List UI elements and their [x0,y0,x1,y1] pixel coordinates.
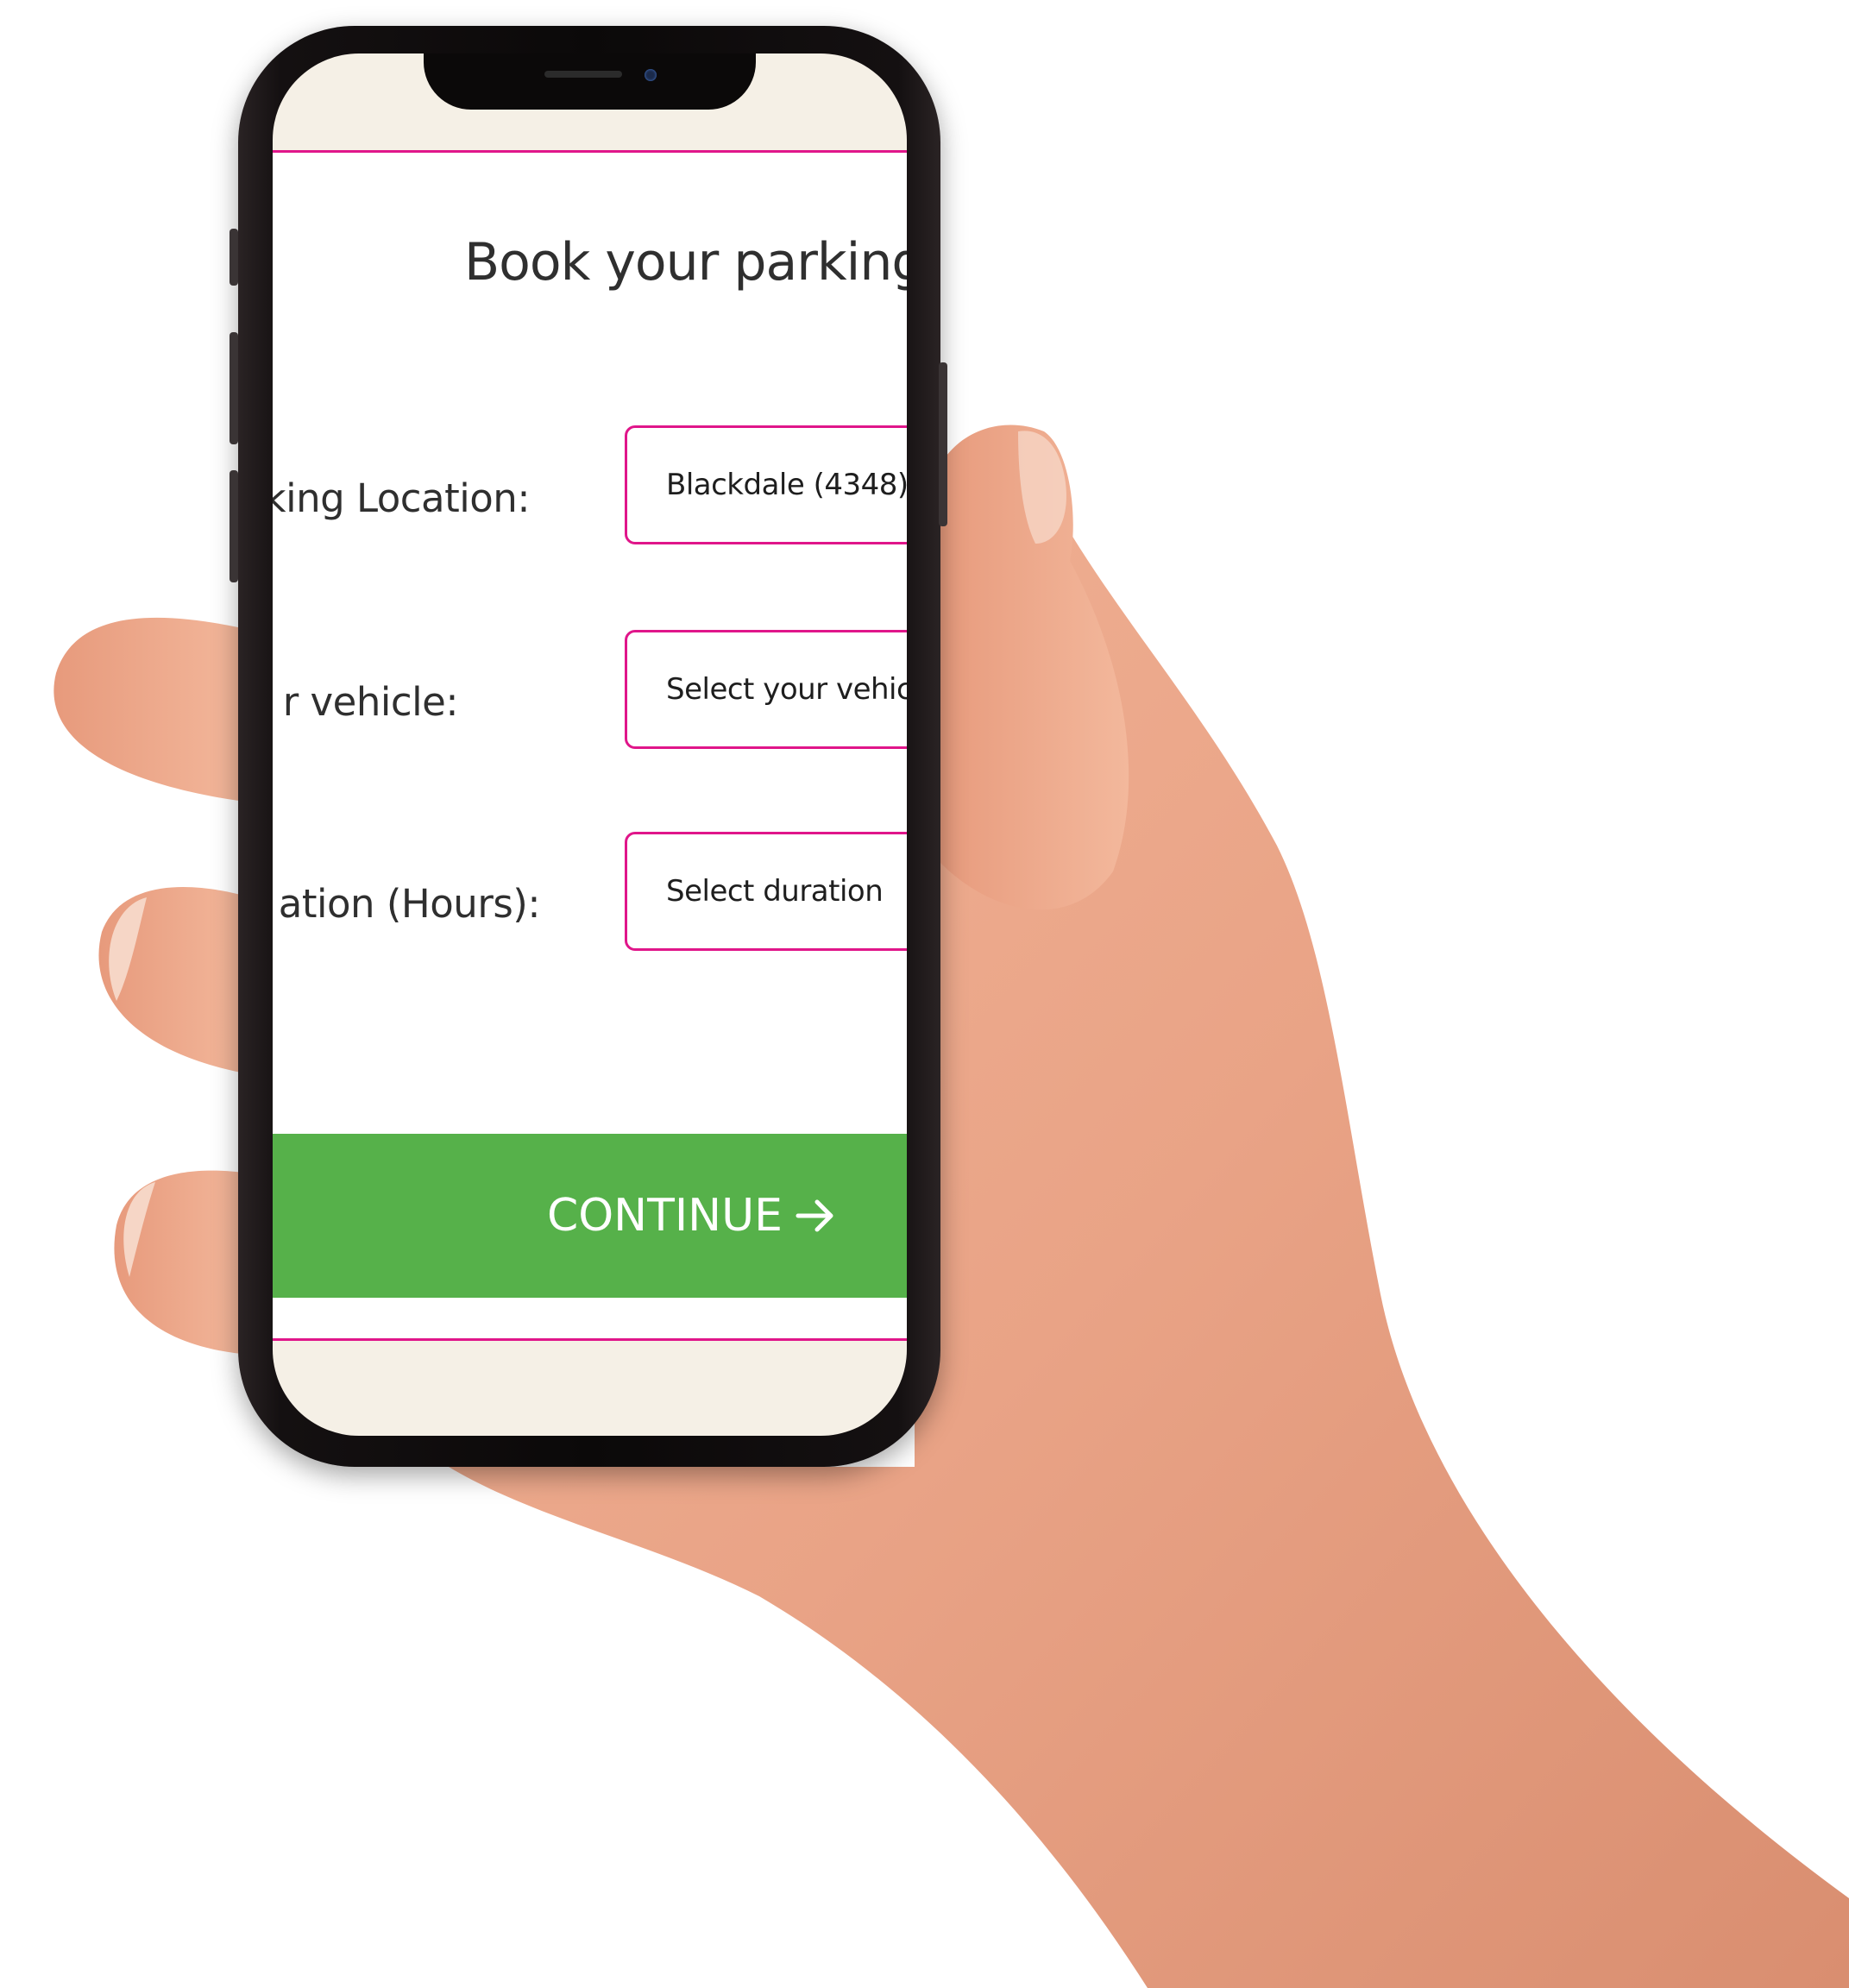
arrow-right-icon [796,1199,833,1232]
vehicle-select[interactable]: Select your vehicle [625,630,907,749]
page-title: Book your parking [464,232,907,293]
continue-button[interactable]: CONTINUE [273,1134,907,1298]
duration-value: Select duration [666,874,884,909]
duration-label: ation (Hours): [278,881,541,927]
phone-volume-up-button [230,332,238,444]
vehicle-value: Select your vehicle [666,672,907,707]
parking-location-value: Blackdale (4348) [666,468,907,502]
booking-form: Book your parking king Location: Blackda… [273,150,907,1341]
parking-location-select[interactable]: Blackdale (4348) [625,425,907,544]
speaker-icon [544,71,622,78]
phone-volume-down-button [230,470,238,582]
vehicle-label: r vehicle: [282,679,459,725]
phone-power-button [939,362,947,526]
phone-notch [424,53,756,110]
duration-select[interactable]: Select duration [625,832,907,951]
camera-icon [645,69,657,81]
photo-stage: Book your parking king Location: Blackda… [0,0,1849,1988]
phone-side-button [230,229,238,286]
continue-label: CONTINUE [546,1190,783,1242]
phone-screen: Book your parking king Location: Blackda… [273,53,907,1436]
parking-location-label: king Location: [273,475,531,521]
